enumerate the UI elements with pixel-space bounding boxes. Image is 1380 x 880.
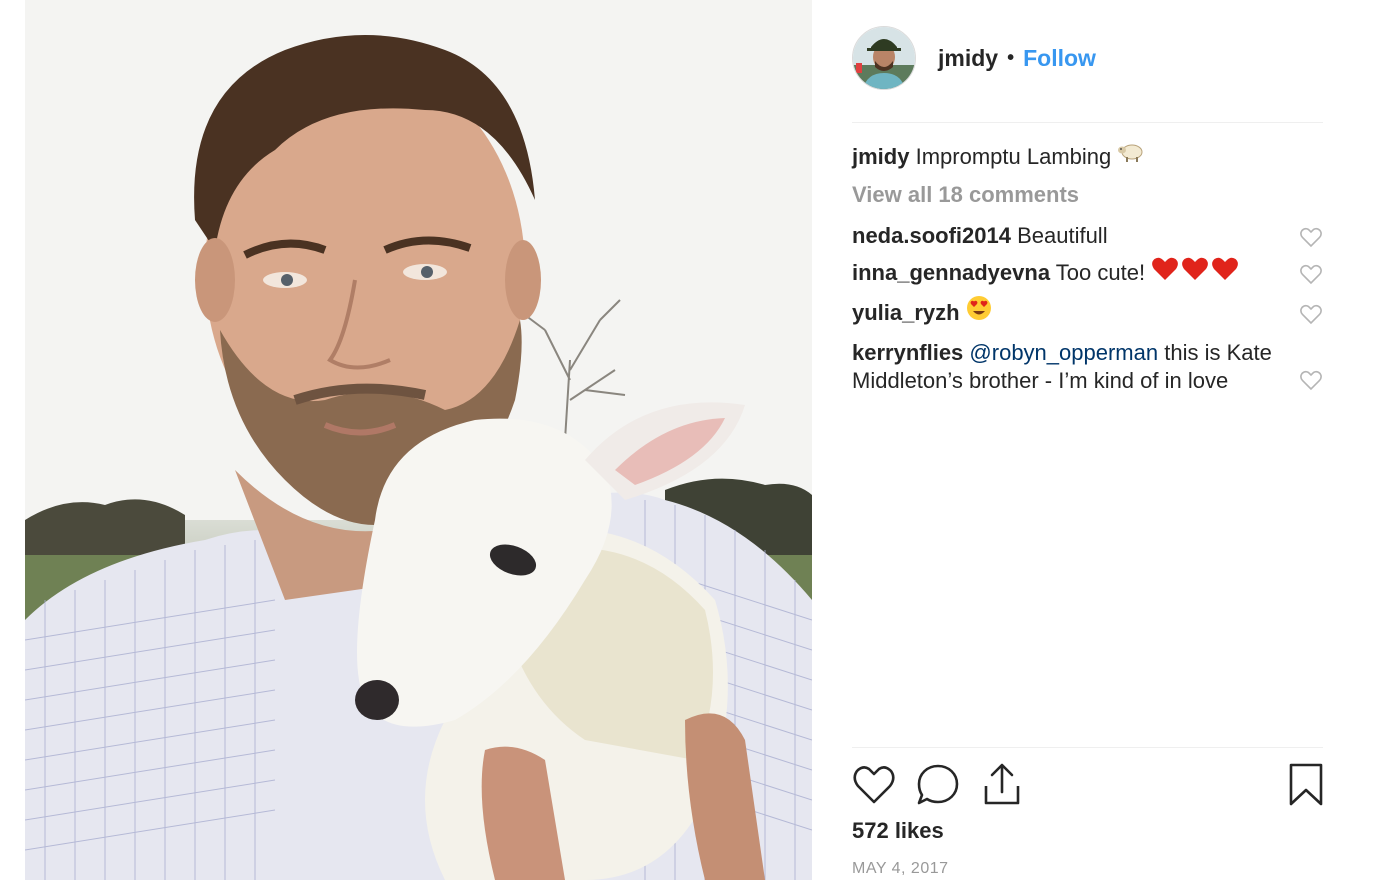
comment-bubble-icon[interactable] xyxy=(916,762,960,808)
comment-item: inna_gennadyevna Too cute! xyxy=(852,256,1323,289)
separator-dot: • xyxy=(1007,46,1015,69)
header-divider xyxy=(852,122,1323,123)
comment-item: neda.soofi2014 Beautifull xyxy=(852,222,1323,250)
post-caption: jmidy Impromptu Lambing xyxy=(852,140,1323,174)
avatar[interactable] xyxy=(852,26,916,90)
comment-username[interactable]: kerrynflies xyxy=(852,340,963,365)
view-all-comments-link[interactable]: View all 18 comments xyxy=(852,180,1323,210)
comment-text: Too cute! xyxy=(1055,260,1146,285)
post-photo[interactable] xyxy=(25,0,812,880)
heart-icon[interactable] xyxy=(852,762,896,808)
post-date: MAY 4, 2017 xyxy=(852,860,949,877)
header-user-line: jmidy • Follow xyxy=(938,45,1096,72)
header-username[interactable]: jmidy xyxy=(938,45,998,72)
share-upload-icon[interactable] xyxy=(980,762,1024,808)
caption-text: Impromptu Lambing xyxy=(915,144,1112,169)
post-header: jmidy • Follow xyxy=(852,26,1323,90)
comment-item: yulia_ryzh xyxy=(852,296,1323,329)
sheep-icon xyxy=(1117,139,1145,173)
comment-username[interactable]: neda.soofi2014 xyxy=(852,223,1011,248)
three-red-hearts-icon xyxy=(1151,256,1241,289)
heart-eyes-emoji-icon xyxy=(966,295,992,328)
comment-mention-link[interactable]: @robyn_opperman xyxy=(969,340,1158,365)
small-heart-icon[interactable] xyxy=(1299,263,1323,285)
comment-text: Beautifull xyxy=(1017,223,1108,248)
small-heart-icon[interactable] xyxy=(1299,226,1323,248)
likes-count[interactable]: 572 likes xyxy=(852,818,944,844)
photo-illustration xyxy=(25,0,812,880)
small-heart-icon[interactable] xyxy=(1299,369,1323,391)
post-details-panel: jmidy • Follow jmidy Impromptu Lambing V… xyxy=(852,0,1323,880)
comment-username[interactable]: inna_gennadyevna xyxy=(852,260,1050,285)
bookmark-icon[interactable] xyxy=(1288,762,1324,808)
actions-divider xyxy=(852,747,1323,748)
comment-username[interactable]: yulia_ryzh xyxy=(852,300,960,325)
avatar-image xyxy=(853,27,915,89)
instagram-post: jmidy • Follow jmidy Impromptu Lambing V… xyxy=(0,0,1380,880)
small-heart-icon[interactable] xyxy=(1299,303,1323,325)
follow-button[interactable]: Follow xyxy=(1023,45,1096,72)
post-actions-bar xyxy=(852,762,1323,812)
caption-username[interactable]: jmidy xyxy=(852,144,909,169)
comments-section: jmidy Impromptu Lambing View all 18 comm… xyxy=(852,140,1323,395)
comment-item: kerrynflies @robyn_opperman this is Kate… xyxy=(852,339,1323,395)
